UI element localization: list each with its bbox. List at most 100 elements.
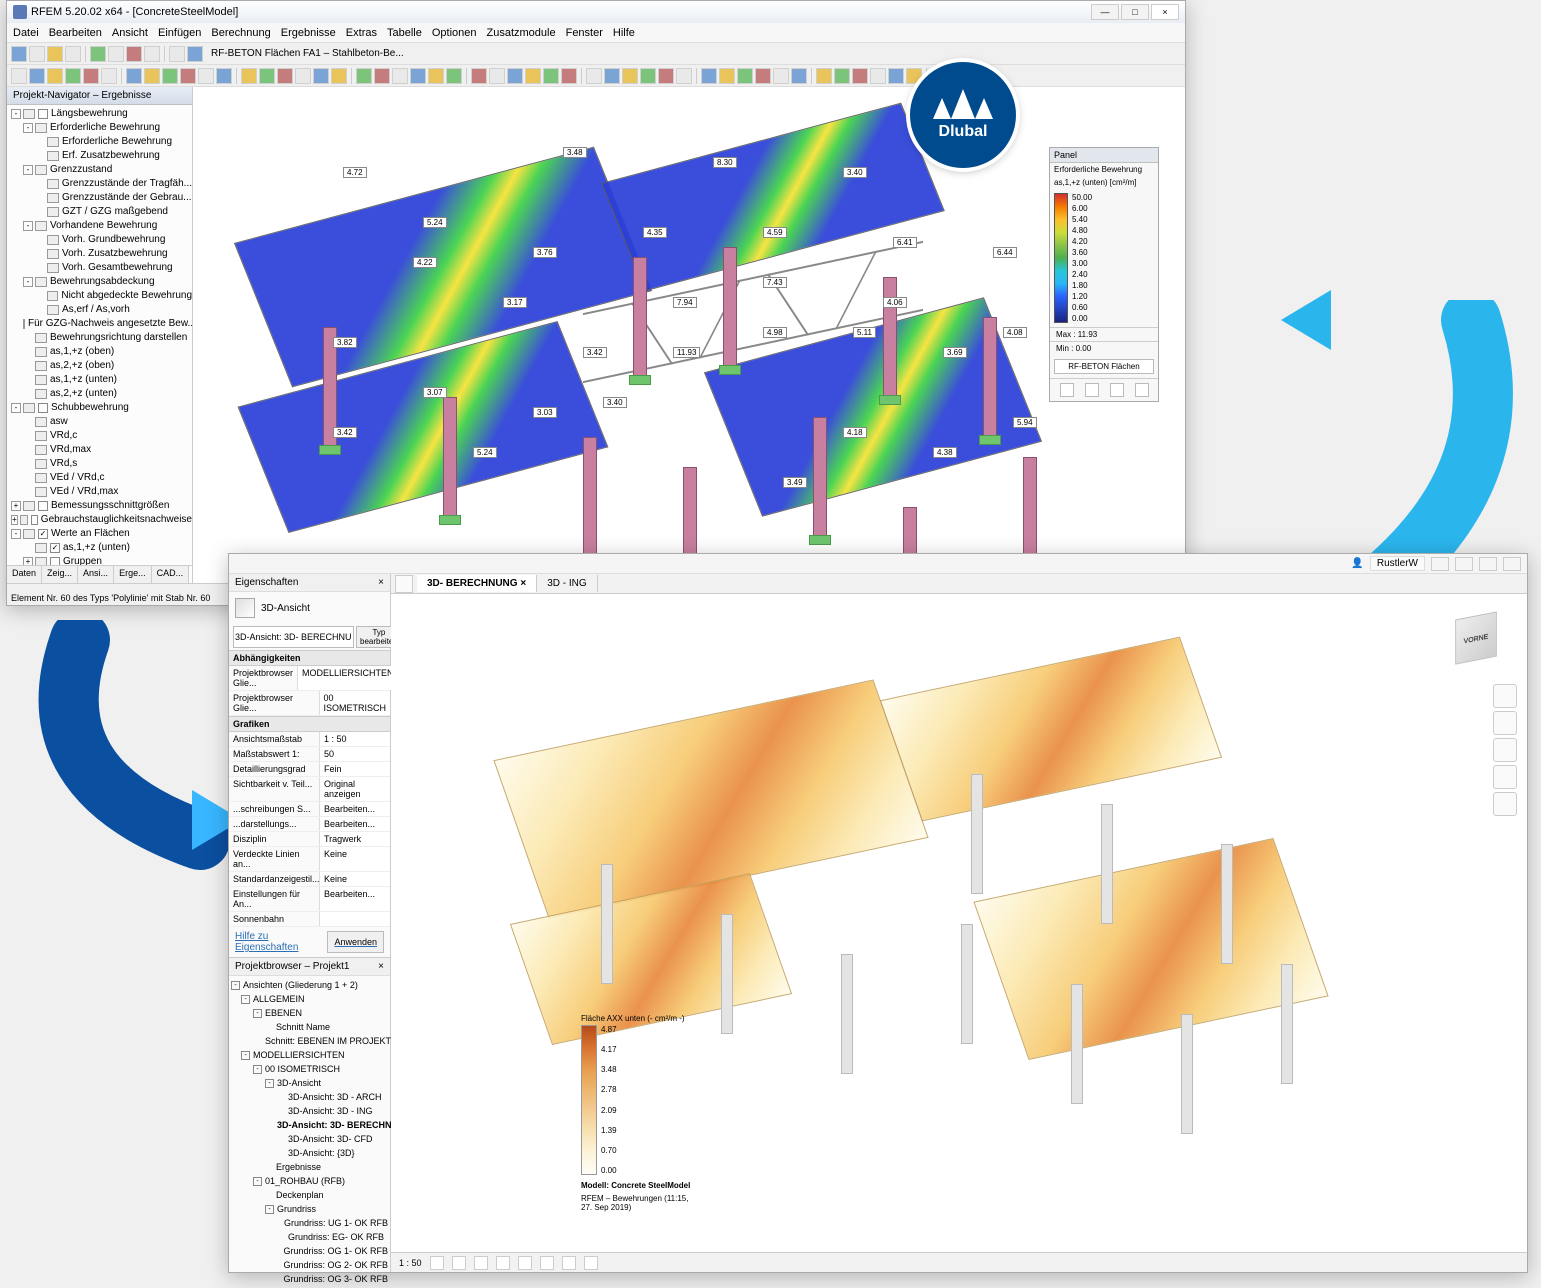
menu-item[interactable]: Ansicht <box>112 27 148 39</box>
expand-icon[interactable]: - <box>11 403 21 413</box>
tool-icon[interactable] <box>216 68 232 84</box>
tool-icon[interactable] <box>791 68 807 84</box>
tool-icon[interactable] <box>126 46 142 62</box>
tool-icon[interactable] <box>604 68 620 84</box>
property-row[interactable]: ...darstellungs...Bearbeiten... <box>229 817 390 832</box>
viewcube[interactable]: VORNE <box>1441 604 1511 674</box>
tool-icon[interactable] <box>187 46 203 62</box>
close-button[interactable] <box>1503 557 1521 571</box>
browser-item[interactable]: -Grundriss <box>231 1202 388 1216</box>
property-row[interactable]: Ansichtsmaßstab1 : 50 <box>229 732 390 747</box>
tool-icon[interactable] <box>259 68 275 84</box>
tool-icon[interactable] <box>47 46 63 62</box>
vc-icon[interactable] <box>452 1256 466 1270</box>
tool-icon[interactable] <box>47 68 63 84</box>
tool-icon[interactable] <box>737 68 753 84</box>
tree-item[interactable]: as,2,+z (oben) <box>11 359 192 373</box>
tool-icon[interactable] <box>906 68 922 84</box>
nav-tab[interactable]: Ansi... <box>78 566 114 583</box>
browser-item[interactable]: -Ansichten (Gliederung 1 + 2) <box>231 978 388 992</box>
model-viewport[interactable]: 4.723.488.303.405.243.764.354.596.416.44… <box>193 87 1185 583</box>
tool-icon[interactable] <box>241 68 257 84</box>
expand-icon[interactable]: - <box>23 277 33 287</box>
menu-item[interactable]: Einfügen <box>158 27 201 39</box>
vc-icon[interactable] <box>562 1256 576 1270</box>
menu-item[interactable]: Optionen <box>432 27 477 39</box>
navigator-tabs[interactable]: DatenZeig...Ansi...Erge...CAD... <box>7 565 193 583</box>
props-section-header[interactable]: Grafiken <box>229 716 390 732</box>
menu-item[interactable]: Ergebnisse <box>281 27 336 39</box>
home-icon[interactable] <box>395 575 413 593</box>
checkbox[interactable] <box>38 403 48 413</box>
tool-icon[interactable] <box>489 68 505 84</box>
tree-item[interactable]: -Erforderliche Bewehrung <box>11 121 192 135</box>
browser-item[interactable]: Grundriss: OG 1- OK RFB <box>231 1244 388 1258</box>
checkbox[interactable]: ✓ <box>38 529 48 539</box>
view-selector[interactable] <box>233 626 354 648</box>
expand-icon[interactable]: - <box>253 1065 262 1074</box>
property-row[interactable]: Einstellungen für An...Bearbeiten... <box>229 887 390 912</box>
nav-tab[interactable]: CAD... <box>152 566 190 583</box>
property-row[interactable]: DisziplinTragwerk <box>229 832 390 847</box>
scale-label[interactable]: 1 : 50 <box>399 1258 422 1268</box>
vc-icon[interactable] <box>540 1256 554 1270</box>
expand-icon[interactable]: - <box>231 981 240 990</box>
result-tree[interactable]: -Längsbewehrung-Erforderliche BewehrungE… <box>7 105 192 583</box>
nav-tab[interactable]: Daten <box>7 566 42 583</box>
nav-tool-icon[interactable] <box>1493 765 1517 789</box>
legend-header[interactable]: Panel <box>1050 148 1158 163</box>
tool-icon[interactable] <box>180 68 196 84</box>
project-browser-tree[interactable]: -Ansichten (Gliederung 1 + 2)-ALLGEMEIN-… <box>229 976 390 1288</box>
checkbox[interactable]: ✓ <box>50 543 60 553</box>
tree-item[interactable]: VEd / VRd,c <box>11 471 192 485</box>
expand-icon[interactable]: - <box>23 123 33 133</box>
expand-icon[interactable]: + <box>11 515 18 525</box>
tool-icon[interactable] <box>816 68 832 84</box>
tool-icon[interactable] <box>410 68 426 84</box>
tree-item[interactable]: Grenzzustände der Tragfäh... <box>11 177 192 191</box>
browser-item[interactable]: 3D-Ansicht: 3D - ARCH <box>231 1090 388 1104</box>
tool-icon[interactable] <box>90 46 106 62</box>
menu-item[interactable]: Bearbeiten <box>49 27 102 39</box>
property-row[interactable]: Standardanzeigestil...Keine <box>229 872 390 887</box>
tree-item[interactable]: Vorh. Gesamtbewehrung <box>11 261 192 275</box>
tree-item[interactable]: Erforderliche Bewehrung <box>11 135 192 149</box>
tree-item[interactable]: Grenzzustände der Gebrau... <box>11 191 192 205</box>
browser-item[interactable]: -00 ISOMETRISCH <box>231 1062 388 1076</box>
browser-item[interactable]: 3D-Ansicht: 3D- BERECHNU... <box>231 1118 388 1132</box>
checkbox[interactable] <box>38 109 48 119</box>
tool-icon[interactable] <box>313 68 329 84</box>
tree-item[interactable]: VRd,s <box>11 457 192 471</box>
tool-icon[interactable] <box>773 68 789 84</box>
menu-item[interactable]: Fenster <box>566 27 603 39</box>
tree-item[interactable]: Erf. Zusatzbewehrung <box>11 149 192 163</box>
tree-item[interactable]: as,2,+z (unten) <box>11 387 192 401</box>
browser-item[interactable]: 3D-Ansicht: {3D} <box>231 1146 388 1160</box>
browser-item[interactable]: Deckenplan <box>231 1188 388 1202</box>
toolbar-1[interactable]: RF-BETON Flächen FA1 – Stahlbeton-Be... <box>7 43 1185 65</box>
legend-tool-icon[interactable] <box>1085 383 1099 397</box>
tool-icon[interactable] <box>29 68 45 84</box>
menu-item[interactable]: Extras <box>346 27 377 39</box>
vc-icon[interactable] <box>518 1256 532 1270</box>
tool-icon[interactable] <box>356 68 372 84</box>
tool-icon[interactable] <box>719 68 735 84</box>
tool-icon[interactable] <box>543 68 559 84</box>
browser-item[interactable]: Grundriss: OG 3- OK RFB <box>231 1272 388 1286</box>
tool-icon[interactable] <box>162 68 178 84</box>
vc-icon[interactable] <box>584 1256 598 1270</box>
property-row[interactable]: Projektbrowser Glie...00 ISOMETRISCH <box>229 691 390 716</box>
toolbar-2[interactable] <box>7 65 1185 87</box>
tool-icon[interactable] <box>331 68 347 84</box>
tool-icon[interactable] <box>658 68 674 84</box>
tree-item[interactable]: VRd,c <box>11 429 192 443</box>
tool-icon[interactable] <box>507 68 523 84</box>
tree-item[interactable]: Vorh. Zusatzbewehrung <box>11 247 192 261</box>
browser-item[interactable]: -3D-Ansicht <box>231 1076 388 1090</box>
menubar[interactable]: DateiBearbeitenAnsichtEinfügenBerechnung… <box>7 23 1185 43</box>
browser-item[interactable]: Schnitt Name <box>231 1020 388 1034</box>
tree-item[interactable]: -Bewehrungsabdeckung <box>11 275 192 289</box>
nav-tool-icon[interactable] <box>1493 684 1517 708</box>
tree-item[interactable]: Nicht abgedeckte Bewehrung <box>11 289 192 303</box>
help-icon[interactable] <box>1431 557 1449 571</box>
